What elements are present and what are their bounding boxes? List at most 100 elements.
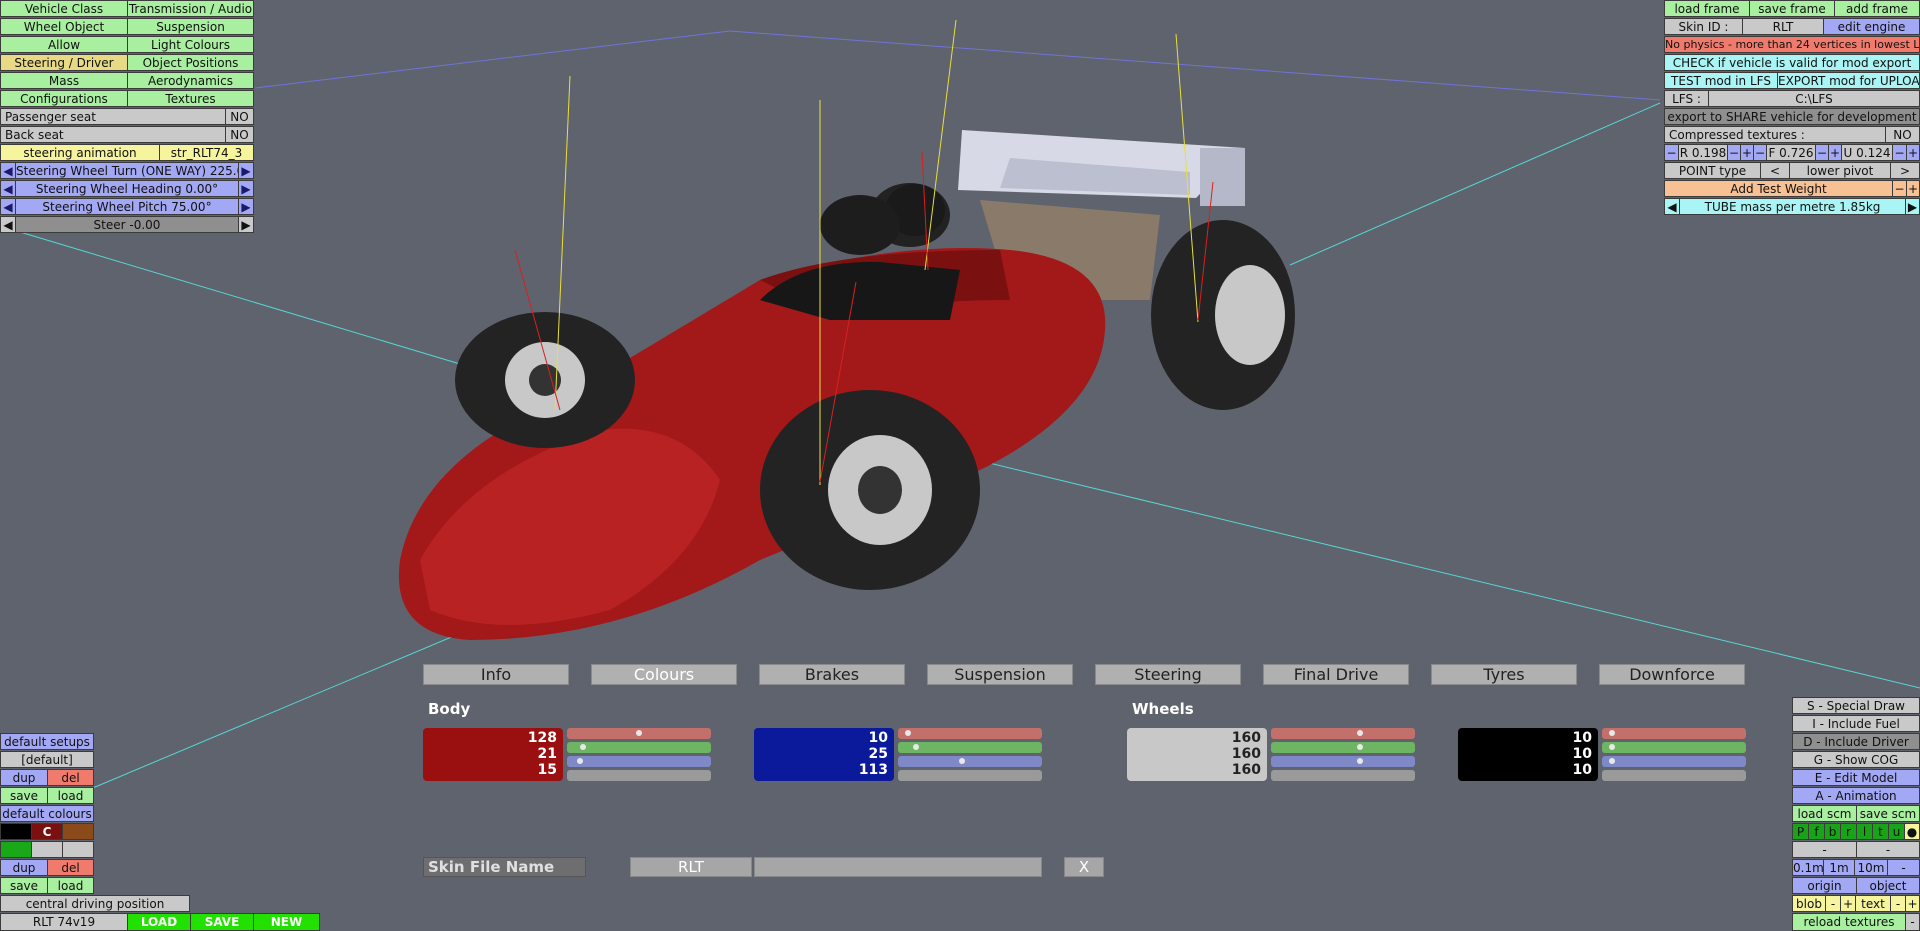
slider-handle[interactable]: [1357, 758, 1364, 764]
add-test-weight-button[interactable]: Add Test Weight: [1664, 180, 1893, 197]
minus-icon[interactable]: -: [1792, 841, 1857, 858]
blue-slider[interactable]: [567, 756, 711, 767]
toggle-f[interactable]: f: [1808, 823, 1825, 840]
green-slider[interactable]: [1271, 742, 1415, 753]
toggle-b[interactable]: b: [1824, 823, 1841, 840]
blue-slider[interactable]: [1271, 756, 1415, 767]
tab-brakes[interactable]: Brakes: [759, 664, 905, 685]
wheel-heading-slider[interactable]: Steering Wheel Heading 0.00°: [15, 180, 239, 197]
colour-preset[interactable]: [62, 841, 94, 858]
viewport-3d[interactable]: [0, 0, 1920, 931]
scale-1m-button[interactable]: 1m: [1823, 859, 1855, 876]
default-setup-item[interactable]: [default]: [0, 751, 94, 768]
arrow-left-icon[interactable]: ◀: [0, 180, 16, 197]
del-colour-button[interactable]: del: [47, 859, 94, 876]
skin-id-value[interactable]: RLT: [1742, 18, 1824, 35]
configurations-button[interactable]: Configurations: [0, 90, 128, 107]
close-button[interactable]: X: [1064, 857, 1104, 877]
red-slider[interactable]: [567, 728, 711, 739]
reload-textures-button[interactable]: reload textures: [1792, 913, 1906, 931]
transmission-audio-button[interactable]: Transmission / Audio: [127, 0, 254, 17]
alpha-slider[interactable]: [898, 770, 1042, 781]
steering-animation-value[interactable]: str_RLT74_3: [159, 144, 254, 161]
test-mod-button[interactable]: TEST mod in LFS: [1664, 72, 1778, 89]
red-slider[interactable]: [1602, 728, 1746, 739]
green-slider[interactable]: [567, 742, 711, 753]
load-frame-button[interactable]: load frame: [1664, 0, 1750, 17]
colour-preset[interactable]: [31, 841, 63, 858]
plus-icon[interactable]: +: [1840, 895, 1856, 912]
arrow-left-icon[interactable]: ◀: [0, 198, 16, 215]
minus-icon[interactable]: -: [1887, 859, 1920, 876]
skin-file-name-input[interactable]: [754, 857, 1042, 877]
suspension-button[interactable]: Suspension: [127, 18, 254, 35]
blue-slider[interactable]: [898, 756, 1042, 767]
slider-handle[interactable]: [1357, 744, 1364, 750]
minus-icon[interactable]: −: [1892, 144, 1907, 161]
arrow-left-icon[interactable]: ◀: [1664, 198, 1680, 215]
plus-icon[interactable]: +: [1906, 144, 1920, 161]
show-cog-button[interactable]: G - Show COG: [1792, 751, 1920, 768]
scale-0-1m-button[interactable]: 0.1m: [1792, 859, 1824, 876]
mass-button[interactable]: Mass: [0, 72, 128, 89]
plus-icon[interactable]: +: [1740, 144, 1754, 161]
scale-10m-button[interactable]: 10m: [1854, 859, 1888, 876]
minus-icon[interactable]: −: [1892, 180, 1907, 197]
dup-setup-button[interactable]: dup: [0, 769, 48, 786]
tab-final-drive[interactable]: Final Drive: [1263, 664, 1409, 685]
minus-icon[interactable]: -: [1905, 913, 1920, 931]
include-driver-button[interactable]: D - Include Driver: [1792, 733, 1920, 750]
central-driving-position-button[interactable]: central driving position: [0, 895, 190, 912]
toggle-u[interactable]: u: [1888, 823, 1905, 840]
default-setups-button[interactable]: default setups: [0, 733, 94, 750]
add-frame-button[interactable]: add frame: [1834, 0, 1920, 17]
slider-handle[interactable]: [959, 758, 966, 764]
dot-toggle[interactable]: ●: [1904, 823, 1920, 840]
arrow-right-icon[interactable]: ▶: [238, 162, 254, 179]
alpha-slider[interactable]: [1602, 770, 1746, 781]
minus-icon[interactable]: −: [1664, 144, 1679, 161]
colour-preset[interactable]: [0, 823, 32, 840]
toggle-P[interactable]: P: [1792, 823, 1809, 840]
skin-file-name-value[interactable]: RLT: [630, 857, 752, 877]
plus-icon[interactable]: +: [1906, 180, 1920, 197]
green-slider[interactable]: [1602, 742, 1746, 753]
del-setup-button[interactable]: del: [47, 769, 94, 786]
plus-icon[interactable]: +: [1828, 144, 1842, 161]
minus-icon[interactable]: −: [1753, 144, 1767, 161]
toggle-r[interactable]: r: [1840, 823, 1857, 840]
tube-mass-slider[interactable]: TUBE mass per metre 1.85kg: [1679, 198, 1906, 215]
arrow-right-icon[interactable]: ▶: [238, 198, 254, 215]
minus-icon[interactable]: -: [1825, 895, 1841, 912]
wheel-turn-slider[interactable]: Steering Wheel Turn (ONE WAY) 225.00°: [15, 162, 239, 179]
compressed-textures-toggle[interactable]: NO: [1885, 126, 1920, 143]
default-colours-button[interactable]: default colours: [0, 805, 94, 822]
tab-steering[interactable]: Steering: [1095, 664, 1241, 685]
edit-model-button[interactable]: E - Edit Model: [1792, 769, 1920, 786]
alpha-slider[interactable]: [567, 770, 711, 781]
allow-button[interactable]: Allow: [0, 36, 128, 53]
load-vehicle-button[interactable]: LOAD: [127, 913, 191, 931]
save-setup-button[interactable]: save: [0, 787, 48, 804]
chevron-right-icon[interactable]: >: [1890, 162, 1920, 179]
lfs-path[interactable]: C:\LFS: [1708, 90, 1920, 107]
alpha-slider[interactable]: [1271, 770, 1415, 781]
minus-icon[interactable]: -: [1856, 841, 1920, 858]
save-scm-button[interactable]: save scm: [1856, 805, 1920, 822]
load-scm-button[interactable]: load scm: [1792, 805, 1857, 822]
colour-preset[interactable]: [62, 823, 94, 840]
plus-icon[interactable]: +: [1905, 895, 1920, 912]
tab-tyres[interactable]: Tyres: [1431, 664, 1577, 685]
object-button[interactable]: object: [1856, 877, 1920, 894]
load-colour-button[interactable]: load: [47, 877, 94, 894]
wheel-object-button[interactable]: Wheel Object: [0, 18, 128, 35]
save-colour-button[interactable]: save: [0, 877, 48, 894]
arrow-left-icon[interactable]: ◀: [0, 216, 16, 233]
slider-handle[interactable]: [1357, 730, 1364, 736]
passenger-seat-toggle[interactable]: NO: [225, 108, 254, 125]
slider-handle[interactable]: [905, 730, 912, 736]
special-draw-button[interactable]: S - Special Draw: [1792, 697, 1920, 714]
toggle-l[interactable]: l: [1856, 823, 1873, 840]
textures-button[interactable]: Textures: [127, 90, 254, 107]
point-type-value[interactable]: lower pivot: [1789, 162, 1891, 179]
